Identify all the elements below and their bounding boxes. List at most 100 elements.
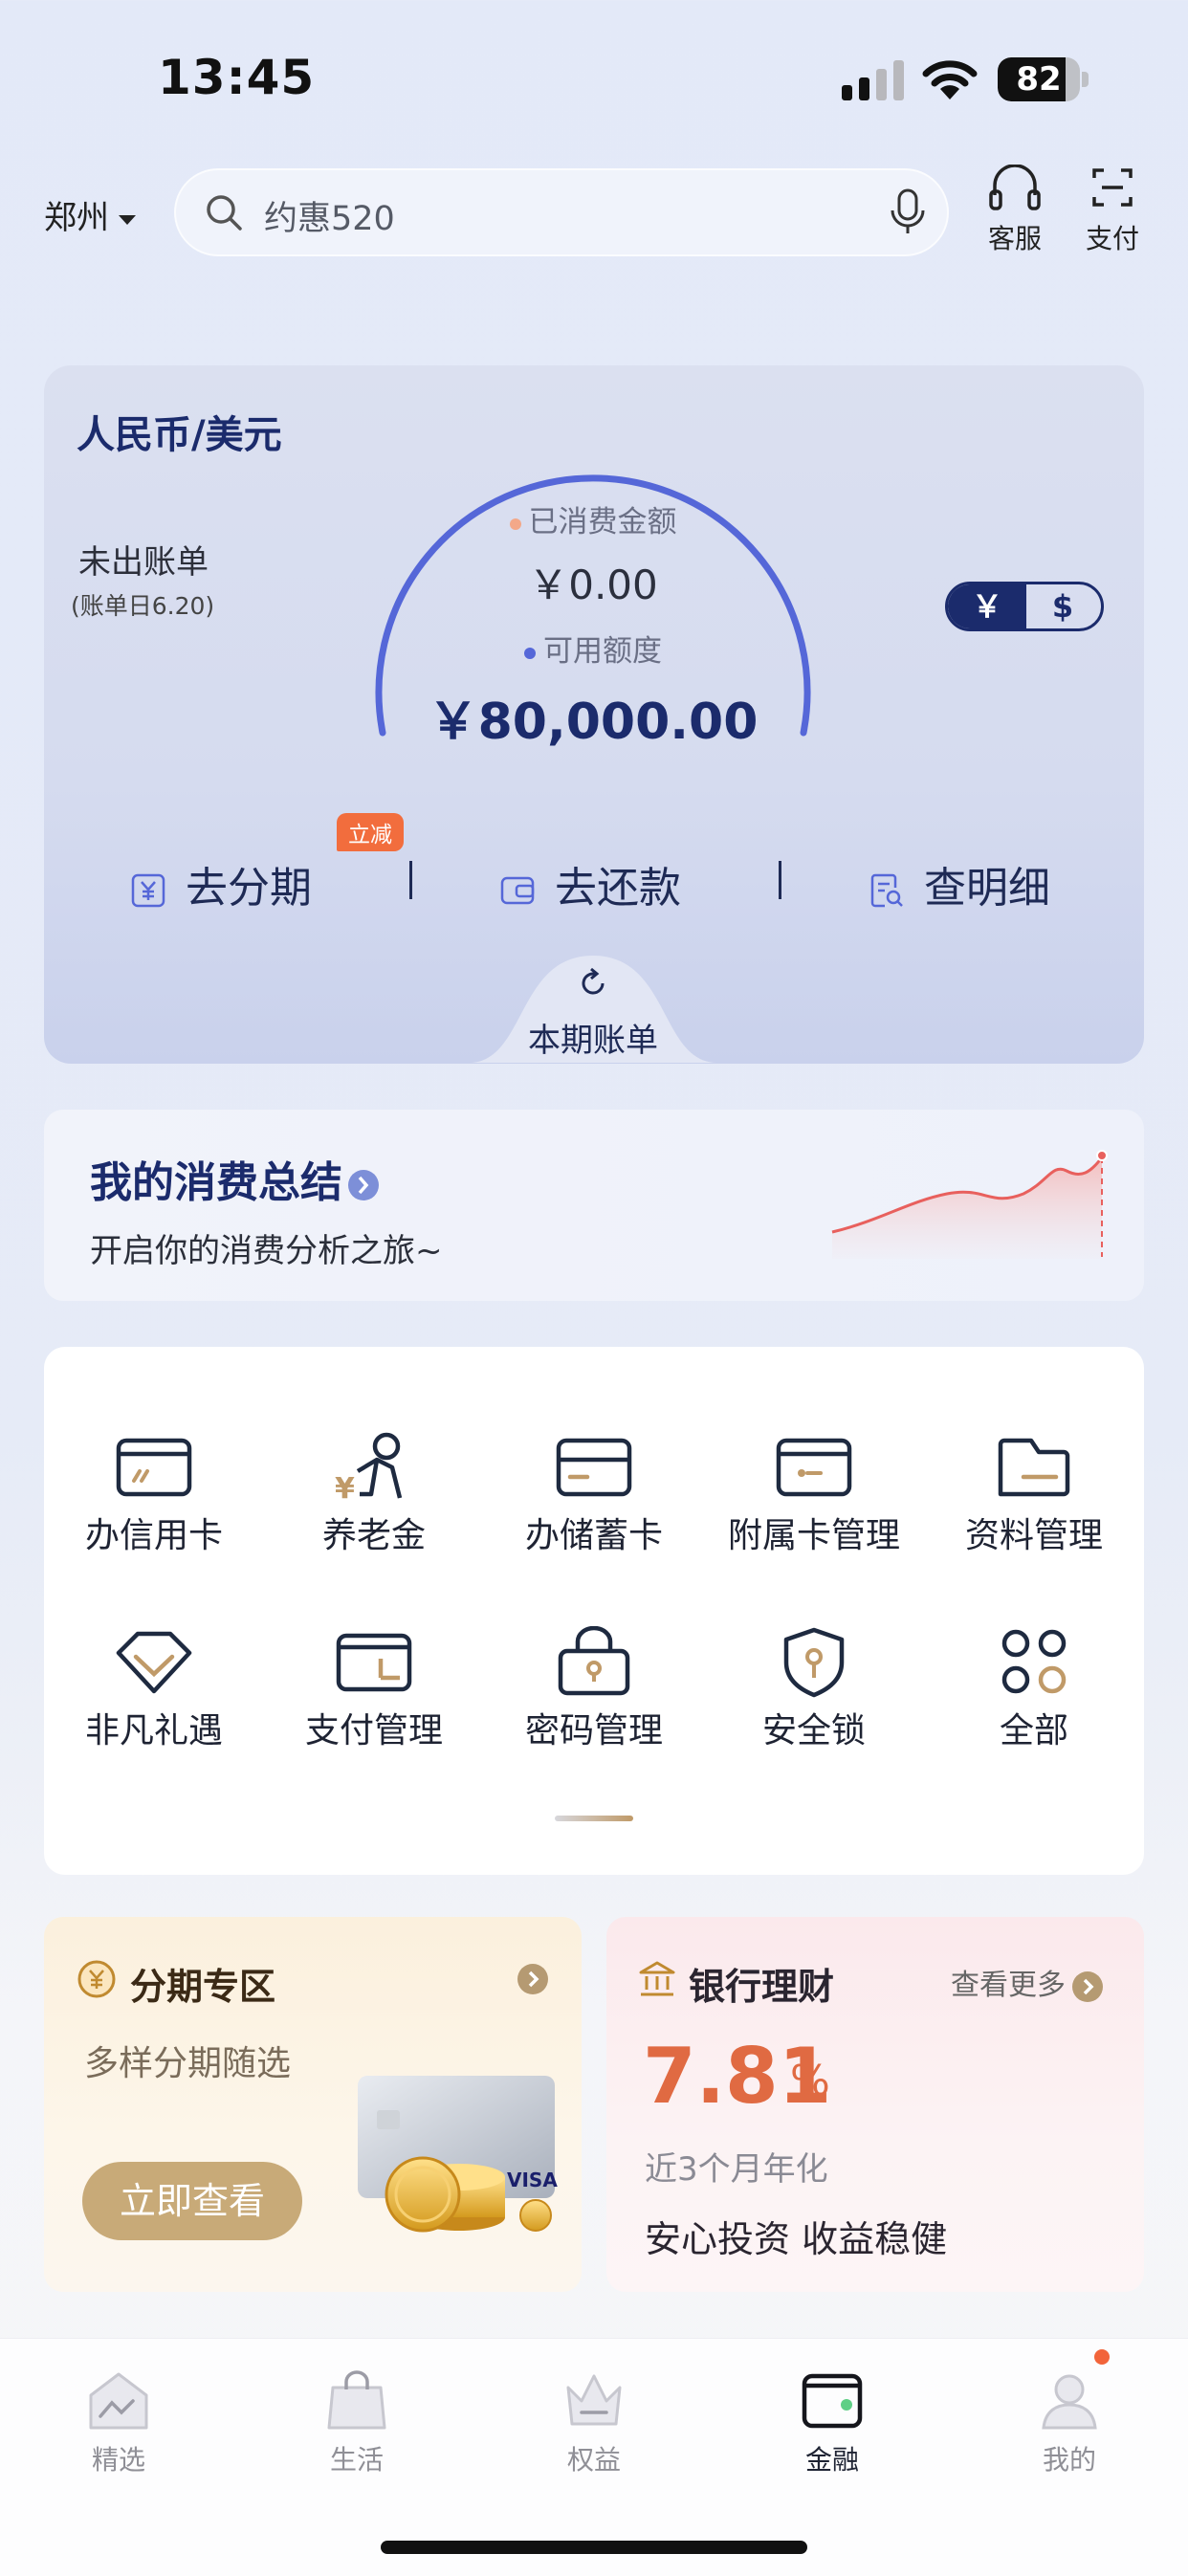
details-action[interactable]: 查明细 bbox=[869, 853, 1050, 914]
credit-card-icon bbox=[116, 1438, 192, 1497]
currency-usd-option[interactable]: $ bbox=[1024, 584, 1101, 628]
tab-life[interactable]: 生活 bbox=[290, 2367, 424, 2477]
grid-item-security-lock[interactable]: 安全锁 bbox=[704, 1626, 924, 1752]
search-icon bbox=[207, 195, 242, 231]
svg-text:¥: ¥ bbox=[335, 1472, 355, 1504]
available-label: 可用额度 bbox=[383, 627, 803, 670]
grid-item-debit-card[interactable]: 办储蓄卡 bbox=[484, 1431, 704, 1557]
tab-benefits[interactable]: 权益 bbox=[527, 2367, 661, 2477]
grid-label: 全部 bbox=[999, 1711, 1068, 1750]
currency-title: 人民币/美元 bbox=[77, 413, 282, 457]
credit-card-coins-illustration: VISA bbox=[358, 2076, 558, 2233]
repay-action[interactable]: 去还款 bbox=[499, 853, 681, 914]
available-value: ￥80,000.00 bbox=[428, 694, 759, 751]
grid-item-profile-management[interactable]: 资料管理 bbox=[924, 1431, 1144, 1557]
spent-dot bbox=[509, 517, 521, 530]
battery-percent: 82 bbox=[1016, 60, 1062, 99]
available-dot bbox=[524, 647, 536, 659]
tab-mine[interactable]: 我的 bbox=[1002, 2367, 1136, 2477]
wifi-icon bbox=[922, 60, 978, 99]
summary-title-text: 我的消费总结 bbox=[90, 1158, 342, 1207]
gift-diamond-icon bbox=[116, 1631, 192, 1694]
grid-label: 资料管理 bbox=[964, 1516, 1103, 1555]
home-indicator[interactable] bbox=[381, 2541, 807, 2554]
tab-label: 我的 bbox=[1042, 2444, 1096, 2476]
grid-label: 办信用卡 bbox=[84, 1516, 223, 1555]
cellular-signal-icon bbox=[842, 60, 905, 100]
grid-item-password-management[interactable]: 密码管理 bbox=[484, 1625, 704, 1752]
available-label-text: 可用额度 bbox=[543, 634, 662, 669]
tab-label: 权益 bbox=[566, 2444, 621, 2476]
spent-value: ￥0.00 bbox=[528, 561, 658, 608]
installment-title: 分期专区 bbox=[130, 1966, 276, 2008]
all-apps-icon bbox=[1001, 1629, 1067, 1694]
password-lock-icon bbox=[558, 1625, 630, 1696]
pay-label: 支付 bbox=[1085, 223, 1139, 254]
spent-label: 已消费金额 bbox=[383, 497, 803, 540]
profile-icon bbox=[1042, 2374, 1097, 2430]
chevron-right-circle-icon bbox=[348, 1170, 379, 1200]
yuan-icon bbox=[131, 873, 165, 908]
spending-trend-sparkline bbox=[831, 1150, 1108, 1259]
details-label: 查明细 bbox=[924, 864, 1050, 913]
divider bbox=[779, 861, 781, 899]
discount-badge: 立减 bbox=[337, 813, 404, 851]
grid-label: 办储蓄卡 bbox=[524, 1516, 663, 1555]
grid-label: 密码管理 bbox=[524, 1711, 663, 1750]
shopping-bag-icon bbox=[327, 2370, 386, 2430]
scan-pay-icon bbox=[1092, 168, 1133, 207]
status-time: 13:45 bbox=[158, 50, 316, 105]
notification-dot bbox=[1094, 2349, 1110, 2365]
grid-item-supplementary-card[interactable]: 附属卡管理 bbox=[704, 1431, 924, 1557]
view-more-link[interactable]: 查看更多 bbox=[951, 1961, 1104, 2003]
yield-rate-unit: % bbox=[790, 2057, 830, 2105]
tab-finance[interactable]: 金融 bbox=[765, 2367, 899, 2477]
currency-cny-option[interactable]: ￥ bbox=[948, 584, 1026, 628]
bank-building-icon bbox=[639, 1961, 675, 1996]
city-label: 郑州 bbox=[44, 199, 109, 237]
battery-icon: 82 bbox=[998, 57, 1080, 101]
caret-down-icon bbox=[119, 214, 136, 225]
service-grid bbox=[44, 1347, 1144, 1875]
grid-label: 安全锁 bbox=[761, 1711, 866, 1750]
customer-service-button[interactable]: 客服 bbox=[972, 164, 1058, 256]
shield-key-icon bbox=[783, 1627, 845, 1698]
refresh-icon bbox=[582, 967, 605, 995]
customer-service-label: 客服 bbox=[987, 223, 1042, 254]
tab-featured[interactable]: 精选 bbox=[52, 2367, 186, 2477]
grid-item-privileges[interactable]: 非凡礼遇 bbox=[44, 1626, 264, 1752]
spent-label-text: 已消费金额 bbox=[528, 505, 677, 539]
tab-label: 生活 bbox=[329, 2444, 384, 2476]
debit-card-icon bbox=[556, 1438, 632, 1497]
summary-title[interactable]: 我的消费总结 bbox=[90, 1148, 381, 1209]
search-input[interactable]: 约惠520 bbox=[264, 191, 395, 240]
pension-icon: ¥ bbox=[335, 1432, 403, 1506]
grid-item-pension[interactable]: ¥ 养老金 bbox=[264, 1431, 484, 1557]
tab-label: 金融 bbox=[804, 2444, 859, 2476]
divider bbox=[409, 861, 412, 899]
battery-tip bbox=[1082, 72, 1089, 87]
grid-label: 非凡礼遇 bbox=[84, 1711, 223, 1750]
view-now-button[interactable]: 立即查看 bbox=[82, 2162, 302, 2240]
grid-item-apply-credit-card[interactable]: 办信用卡 bbox=[44, 1431, 264, 1557]
yield-description: 近3个月年化 bbox=[645, 2150, 828, 2189]
installment-subtitle: 多样分期随选 bbox=[84, 2044, 292, 2083]
chevron-right-circle-icon bbox=[1072, 1971, 1103, 2002]
svg-text:VISA: VISA bbox=[507, 2169, 558, 2191]
microphone-icon[interactable] bbox=[888, 187, 928, 237]
currency-toggle[interactable]: ￥ $ bbox=[945, 582, 1104, 631]
chevron-right-circle-icon[interactable] bbox=[517, 1963, 549, 1995]
grid-page-indicator bbox=[555, 1816, 633, 1821]
pay-button[interactable]: 支付 bbox=[1069, 165, 1155, 256]
city-selector[interactable]: 郑州 bbox=[44, 191, 136, 238]
installment-action[interactable]: 去分期 bbox=[130, 853, 312, 914]
finance-wallet-icon bbox=[802, 2373, 863, 2429]
yuan-coin-icon bbox=[77, 1960, 116, 1998]
folder-icon bbox=[998, 1438, 1070, 1497]
grid-item-all[interactable]: 全部 bbox=[924, 1626, 1144, 1752]
tab-label: 精选 bbox=[91, 2444, 145, 2476]
wallet-icon bbox=[500, 876, 535, 905]
grid-item-payment-management[interactable]: 支付管理 bbox=[264, 1626, 484, 1752]
repay-label: 去还款 bbox=[555, 864, 681, 913]
grid-label: 支付管理 bbox=[304, 1711, 443, 1750]
